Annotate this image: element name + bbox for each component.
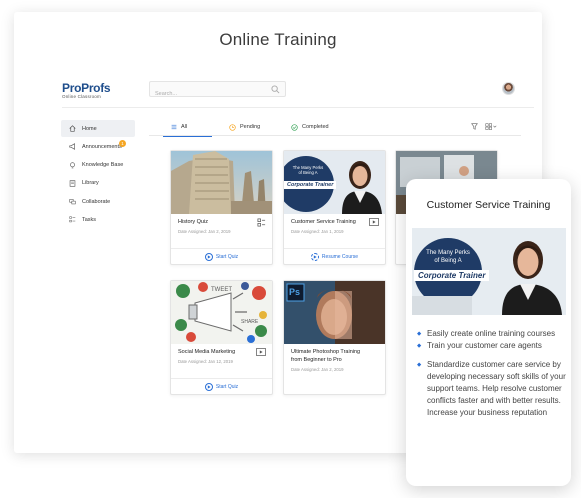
sidebar-item-label: Announcements bbox=[82, 143, 122, 150]
course-date: Date Assigned: Jan 1, 2019 bbox=[291, 229, 344, 234]
course-thumbnail: Ps bbox=[284, 281, 385, 344]
feature-list: Easily create online training courses Tr… bbox=[417, 328, 567, 419]
feature-item: Easily create online training courses bbox=[417, 328, 567, 340]
sidebar-item-label: Home bbox=[82, 125, 97, 132]
video-icon bbox=[256, 348, 266, 356]
course-card-history-quiz[interactable]: History Quiz Date Assigned: Jan 2, 2019 … bbox=[170, 150, 273, 265]
thumb-caption-banner: Corporate Trainer bbox=[284, 181, 337, 189]
notification-badge: 1 bbox=[119, 140, 126, 148]
play-icon bbox=[204, 382, 213, 391]
sidebar-item-tasks[interactable]: Tasks bbox=[61, 211, 135, 228]
quiz-icon bbox=[257, 218, 266, 227]
course-title: Customer Service Training bbox=[291, 219, 356, 225]
course-card-social-media[interactable]: TWEET SHARE Social Media Marketing Date … bbox=[170, 280, 273, 395]
logo-part-2: Profs bbox=[81, 81, 111, 95]
sidebar-item-knowledge-base[interactable]: Knowledge Base bbox=[61, 157, 135, 174]
filter-icon[interactable] bbox=[471, 123, 478, 130]
home-icon bbox=[69, 125, 76, 132]
tab-all[interactable]: All bbox=[162, 118, 213, 137]
tab-label: Pending bbox=[240, 124, 261, 130]
clock-icon bbox=[229, 123, 236, 131]
feature-item: Standardize customer care service by dev… bbox=[417, 359, 567, 419]
sidebar: Home Announcements 1 Knowledge Base Libr… bbox=[61, 120, 135, 230]
tasks-icon bbox=[69, 216, 76, 223]
course-title: Social Media Marketing bbox=[178, 349, 236, 355]
popup-image: The Many Perks of Being A Corporate Trai… bbox=[412, 228, 566, 315]
progress-icon bbox=[310, 252, 319, 261]
tab-completed[interactable]: Completed bbox=[291, 118, 329, 136]
tab-label: All bbox=[181, 124, 188, 130]
popup-caption-banner: Corporate Trainer bbox=[414, 270, 490, 281]
sidebar-item-label: Tasks bbox=[82, 216, 97, 223]
course-title: Ultimate Photoshop Training from Beginne… bbox=[291, 349, 361, 363]
popup-caption-line-2: of Being A bbox=[434, 257, 462, 264]
sidebar-item-collaborate[interactable]: Collaborate bbox=[61, 193, 135, 210]
bulb-icon bbox=[69, 161, 76, 169]
thumb-caption-line-2: of Being A bbox=[298, 170, 318, 176]
popup-title: Customer Service Training bbox=[426, 199, 551, 211]
photoshop-logo-text: Ps bbox=[289, 287, 301, 297]
search-input[interactable] bbox=[150, 87, 265, 101]
svg-text:SHARE: SHARE bbox=[241, 319, 259, 325]
course-thumbnail: The Many Perks of Being A Corporate Trai… bbox=[284, 151, 385, 214]
video-icon bbox=[369, 218, 379, 226]
header-divider bbox=[62, 107, 534, 108]
avatar[interactable] bbox=[502, 82, 515, 95]
course-detail-popup: Customer Service Training The Many Perks… bbox=[406, 179, 571, 486]
search-icon[interactable] bbox=[271, 85, 280, 94]
logo-part-1: Pro bbox=[62, 81, 82, 95]
sidebar-item-library[interactable]: Library bbox=[61, 175, 135, 192]
course-thumbnail bbox=[171, 151, 272, 214]
action-label: Start Quiz bbox=[215, 383, 239, 390]
play-icon bbox=[204, 252, 213, 261]
course-date: Date Assigned: Jan 2, 2019 bbox=[291, 367, 344, 372]
sidebar-item-label: Library bbox=[82, 180, 99, 187]
course-thumbnail: TWEET SHARE bbox=[171, 281, 272, 344]
list-icon bbox=[171, 124, 177, 130]
course-card-photoshop[interactable]: Ps Ultimate Photoshop Training from Begi… bbox=[283, 280, 386, 395]
sidebar-item-label: Knowledge Base bbox=[82, 162, 124, 169]
start-quiz-button[interactable]: Start Quiz bbox=[171, 248, 272, 264]
tab-label: Completed bbox=[302, 124, 329, 130]
sidebar-item-home[interactable]: Home bbox=[61, 120, 135, 137]
course-date: Date Assigned: Jan 2, 2019 bbox=[178, 229, 231, 234]
grid-view-icon[interactable] bbox=[485, 123, 497, 130]
course-date: Date Assigned: Jan 12, 2019 bbox=[178, 359, 233, 364]
brand-logo[interactable]: ProProfs Online Classroom bbox=[62, 81, 111, 100]
popup-caption-line-1: The Many Perks bbox=[426, 250, 470, 256]
course-card-customer-service[interactable]: The Many Perks of Being A Corporate Trai… bbox=[283, 150, 386, 265]
feature-item: Train your customer care agents bbox=[417, 340, 567, 352]
megaphone-icon bbox=[69, 143, 76, 151]
action-label: Start Quiz bbox=[215, 253, 239, 260]
search-box[interactable] bbox=[149, 81, 286, 101]
collaborate-icon bbox=[69, 198, 76, 205]
start-quiz-button[interactable]: Start Quiz bbox=[171, 378, 272, 394]
sidebar-item-label: Collaborate bbox=[82, 198, 111, 205]
course-title: History Quiz bbox=[178, 219, 208, 225]
tab-pending[interactable]: Pending bbox=[229, 118, 260, 136]
resume-course-button[interactable]: Resume Course bbox=[284, 248, 385, 264]
check-circle-icon bbox=[291, 123, 298, 131]
action-label: Resume Course bbox=[321, 253, 359, 260]
course-tabs: All Pending Completed bbox=[149, 118, 521, 137]
page-title: Online Training bbox=[219, 30, 337, 49]
logo-tagline: Online Classroom bbox=[62, 94, 101, 99]
library-icon bbox=[69, 180, 76, 187]
sidebar-item-announcements[interactable]: Announcements 1 bbox=[61, 138, 135, 155]
svg-text:TWEET: TWEET bbox=[211, 287, 232, 293]
